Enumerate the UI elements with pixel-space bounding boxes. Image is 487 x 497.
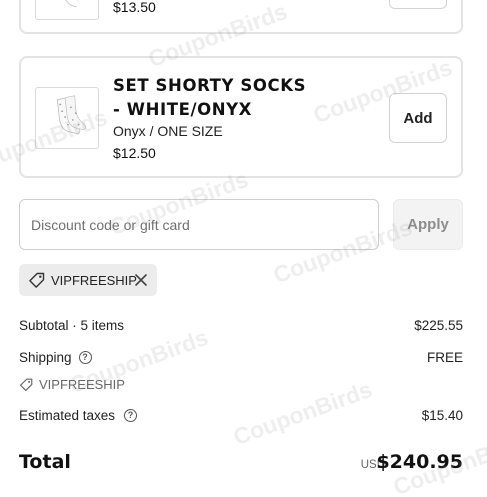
- taxes-row: Estimated taxes ? $15.40: [19, 408, 463, 423]
- item-title: SET SHORTY SOCKS - WHITE/ONYX: [113, 76, 307, 119]
- help-icon[interactable]: ?: [124, 409, 138, 422]
- shipping-value: FREE: [426, 350, 463, 365]
- applied-discount-chip: VIPFREESHIP: [19, 264, 157, 296]
- help-icon[interactable]: ?: [78, 351, 92, 364]
- tag-icon: [19, 378, 33, 391]
- shipping-row: Shipping ? FREE: [19, 350, 463, 365]
- tag-icon: [29, 272, 45, 288]
- subtotal-value: $225.55: [414, 318, 463, 333]
- close-icon[interactable]: [134, 273, 148, 287]
- taxes-value: $15.40: [421, 408, 463, 423]
- shipping-label: Shipping: [19, 350, 72, 365]
- add-button[interactable]: [389, 0, 447, 9]
- shipping-discount: VIPFREESHIP: [19, 377, 125, 392]
- taxes-label: Estimated taxes: [19, 408, 116, 423]
- subtotal-row: Subtotal · 5 items $225.55: [19, 318, 463, 333]
- sock-image-icon: [65, 0, 79, 8]
- discount-code-input[interactable]: [19, 199, 379, 250]
- discount-code-label: VIPFREESHIP: [51, 272, 137, 288]
- product-image: [35, 87, 99, 149]
- apply-button[interactable]: Apply: [393, 199, 463, 250]
- item-price: $12.50: [113, 145, 156, 161]
- sock-image-icon: [56, 95, 86, 134]
- total-value: $240.95: [376, 451, 463, 473]
- cart-item-card: SET SHORTY SOCKS - WHITE/ONYX Onyx / ONE…: [19, 56, 463, 178]
- cart-item-card: $13.50: [19, 0, 463, 34]
- total-row: Total USD $240.95: [19, 449, 463, 479]
- product-image: [35, 0, 99, 20]
- shipping-discount-code: VIPFREESHIP: [39, 377, 125, 392]
- subtotal-label: Subtotal · 5 items: [19, 318, 125, 333]
- item-price: $13.50: [113, 0, 156, 15]
- total-label: Total: [19, 451, 71, 473]
- item-variant: Onyx / ONE SIZE: [113, 123, 223, 139]
- add-button[interactable]: Add: [389, 93, 447, 143]
